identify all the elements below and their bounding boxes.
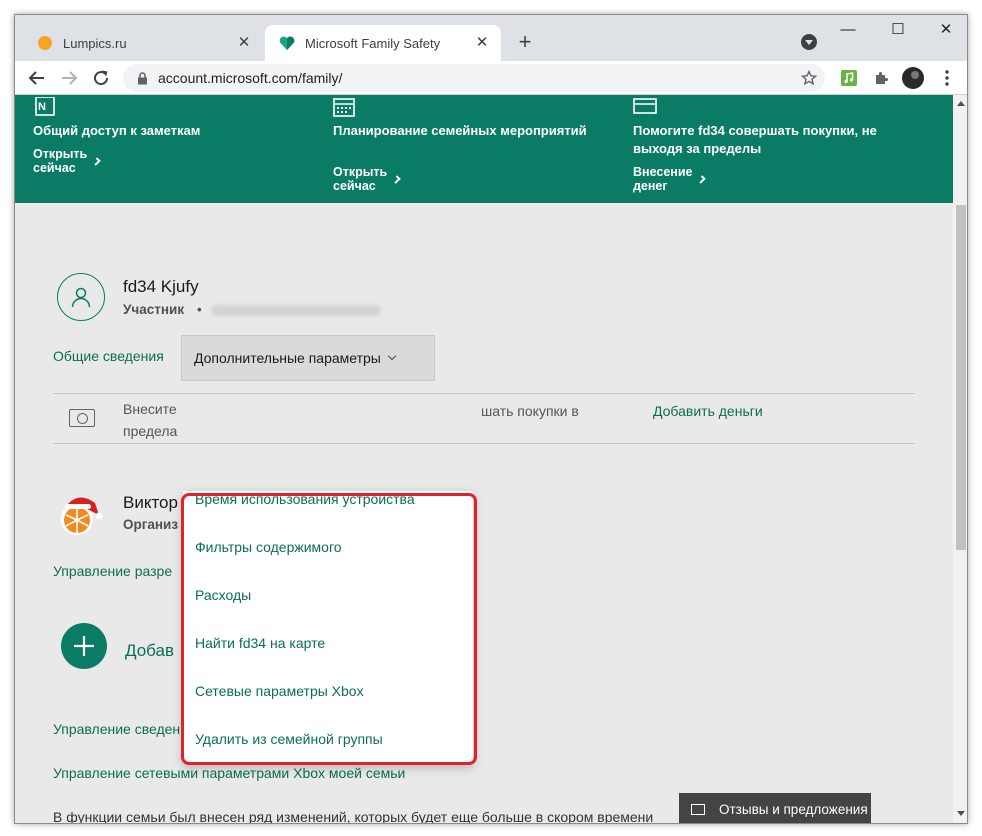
- extensions-puzzle-icon[interactable]: [871, 68, 891, 88]
- tab-label: Microsoft Family Safety: [305, 35, 441, 51]
- banner-link[interactable]: Внесение денег: [633, 165, 707, 193]
- profile-avatar[interactable]: [901, 66, 925, 90]
- money-icon: [69, 409, 95, 427]
- menu-item-content-filters[interactable]: Фильтры содержимого: [195, 539, 342, 555]
- organizer-role: Организ: [123, 517, 179, 532]
- tab-family-safety[interactable]: Microsoft Family Safety ✕: [265, 25, 501, 61]
- divider: [53, 443, 915, 444]
- banner-title: Общий доступ к заметкам: [33, 123, 201, 138]
- forward-icon[interactable]: [57, 66, 81, 90]
- family-safety-favicon-icon: [279, 36, 295, 50]
- add-member-label[interactable]: Добав: [125, 641, 174, 661]
- music-extension-icon[interactable]: [839, 68, 859, 88]
- more-options-label: Дополнительные параметры: [194, 350, 381, 366]
- blurred-email: [211, 305, 381, 316]
- browser-toolbar: account.microsoft.com/family/: [15, 61, 967, 95]
- close-tab-icon[interactable]: ✕: [473, 34, 491, 52]
- onenote-icon: N: [35, 97, 55, 116]
- banner-link[interactable]: Открыть сейчас: [33, 147, 101, 175]
- chevron-right-icon: [92, 156, 101, 166]
- reload-icon[interactable]: [89, 66, 113, 90]
- menu-item-find-on-map[interactable]: Найти fd34 на карте: [195, 635, 325, 651]
- member-name: fd34 Kjufy: [123, 277, 199, 296]
- tab-lumpics[interactable]: Lumpics.ru ✕: [23, 25, 263, 61]
- banner-link[interactable]: Открыть сейчас: [333, 165, 401, 193]
- lumpics-favicon-icon: [38, 36, 52, 50]
- card-icon: [633, 98, 657, 114]
- page-scrollbar[interactable]: [953, 95, 967, 823]
- maximize-icon[interactable]: ☐: [883, 19, 913, 43]
- more-options-dropdown[interactable]: Дополнительные параметры: [181, 335, 435, 381]
- close-tab-icon[interactable]: ✕: [235, 34, 253, 52]
- manage-permissions-link[interactable]: Управление разре: [53, 563, 172, 579]
- tab-strip: Lumpics.ru ✕ Microsoft Family Safety ✕ +…: [15, 15, 967, 61]
- feedback-label: Отзывы и предложения: [719, 801, 868, 817]
- menu-item-spending[interactable]: Расходы: [195, 587, 251, 603]
- chevron-right-icon: [392, 174, 401, 184]
- promo-banner: N Общий доступ к заметкам Открыть сейчас…: [15, 95, 953, 203]
- chevron-down-icon: [387, 351, 397, 361]
- person-icon: [71, 287, 91, 308]
- member-separator: •: [197, 302, 202, 317]
- scroll-down-icon[interactable]: [957, 811, 965, 816]
- new-tab-button[interactable]: +: [513, 31, 537, 55]
- family-members-section: fd34 Kjufy Участник • Общие сведения Доп…: [15, 203, 953, 824]
- minimize-icon[interactable]: —: [833, 19, 863, 43]
- plus-icon: [74, 636, 94, 656]
- lock-icon: [138, 71, 147, 84]
- tab-overview[interactable]: Общие сведения: [53, 348, 164, 364]
- scrollbar-thumb[interactable]: [956, 205, 966, 550]
- organizer-name: Виктор: [123, 493, 178, 512]
- add-money-link[interactable]: Добавить деньги: [653, 403, 763, 419]
- page-content: N Общий доступ к заметкам Открыть сейчас…: [15, 95, 953, 824]
- xbox-family-link[interactable]: Управление сетевыми параметрами Xbox мое…: [53, 765, 405, 781]
- back-icon[interactable]: [25, 66, 49, 90]
- tab-label: Lumpics.ru: [63, 35, 127, 51]
- menu-item-xbox-settings[interactable]: Сетевые параметры Xbox: [195, 683, 364, 699]
- organizer-avatar: [61, 497, 103, 535]
- money-description: Внесите: [123, 401, 177, 417]
- svg-text:N: N: [38, 101, 46, 113]
- close-window-icon[interactable]: ✕: [931, 19, 961, 43]
- menu-item-remove-from-family[interactable]: Удалить из семейной группы: [195, 731, 383, 747]
- add-member-button[interactable]: [61, 623, 107, 669]
- banner-title: Планирование семейных мероприятий: [333, 123, 587, 138]
- url-text: account.microsoft.com/family/: [158, 70, 343, 86]
- scroll-up-icon[interactable]: [957, 101, 965, 106]
- comment-icon: [691, 803, 705, 815]
- member-role: Участник: [123, 302, 185, 317]
- tab-search-icon[interactable]: [801, 34, 817, 50]
- divider: [53, 393, 915, 394]
- banner-title: Помогите fd34 совершать покупки, не выхо…: [633, 123, 877, 156]
- notice-text: В функции семьи был внесен ряд изменений…: [53, 809, 654, 824]
- address-bar[interactable]: account.microsoft.com/family/: [123, 64, 825, 92]
- money-description-line2: предела: [123, 423, 178, 439]
- browser-window: Lumpics.ru ✕ Microsoft Family Safety ✕ +…: [14, 14, 968, 824]
- more-options-menu: Время использования устройства Фильтры с…: [183, 491, 473, 763]
- calendar-icon: [333, 98, 355, 117]
- menu-item-screen-time[interactable]: Время использования устройства: [195, 491, 415, 507]
- feedback-button[interactable]: Отзывы и предложения: [679, 793, 871, 823]
- money-description-end: шать покупки в: [481, 403, 579, 419]
- bookmark-star-icon[interactable]: [801, 70, 817, 86]
- browser-menu-icon[interactable]: [937, 68, 957, 88]
- chevron-right-icon: [697, 174, 707, 184]
- member-avatar: [57, 273, 105, 321]
